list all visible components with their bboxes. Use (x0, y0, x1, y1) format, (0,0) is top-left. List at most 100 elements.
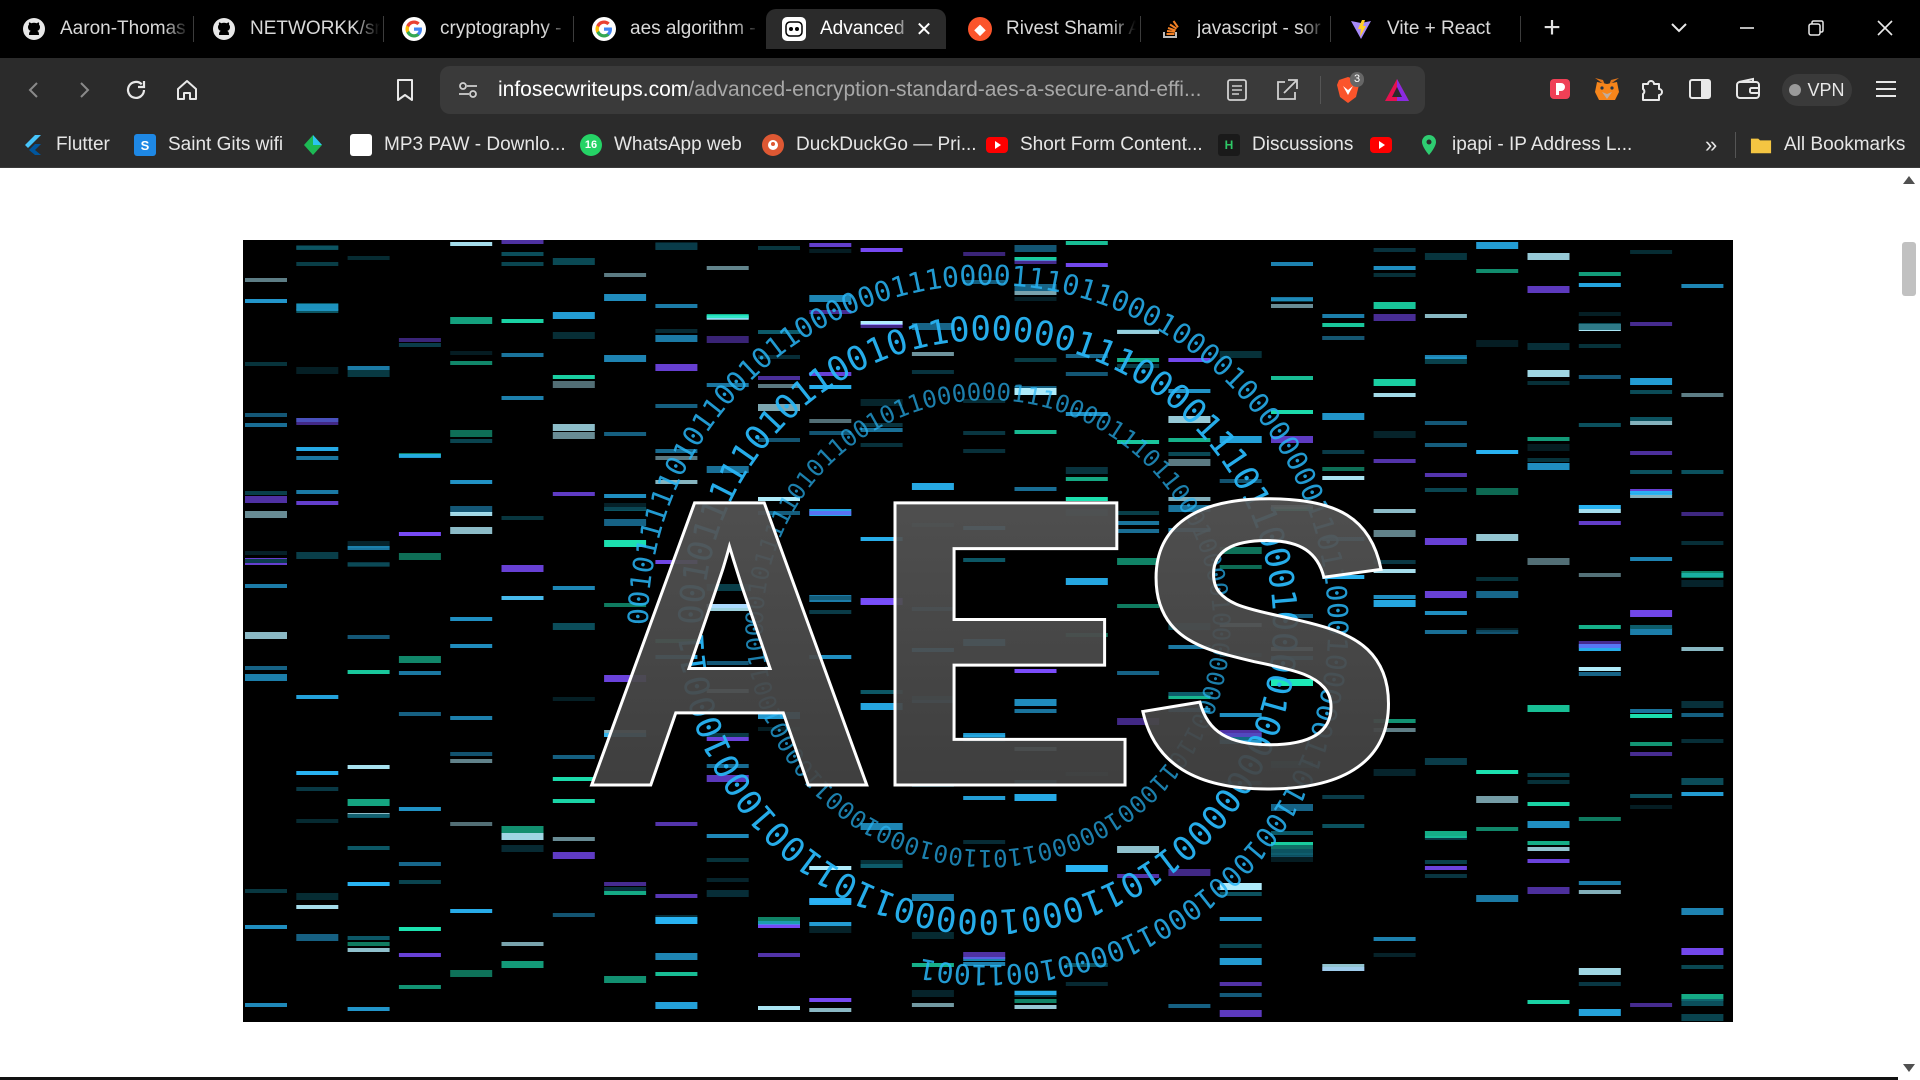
data-bar (1527, 437, 1570, 441)
hamburger-menu-icon (1876, 81, 1896, 97)
back-button[interactable] (16, 72, 52, 108)
forward-button[interactable] (66, 72, 102, 108)
bookmark-saint-gits[interactable]: S Saint Gits wifi (134, 130, 283, 160)
bookmark-flutter[interactable]: Flutter (22, 130, 110, 160)
bookmark-page-button[interactable] (387, 72, 423, 108)
data-bar (398, 532, 441, 536)
scroll-up-arrow-icon[interactable] (1903, 176, 1915, 184)
navigation-toolbar: infosecwriteups.com/advanced-encryption-… (0, 58, 1920, 122)
data-bar (1630, 378, 1673, 385)
scroll-down-arrow-icon[interactable] (1903, 1064, 1915, 1072)
data-bar (1476, 895, 1519, 902)
data-bar (1014, 1005, 1057, 1009)
bookmark-whatsapp[interactable]: 16 WhatsApp web (580, 130, 742, 160)
github-icon (22, 17, 46, 41)
tab-search-button[interactable] (1656, 10, 1702, 46)
restore-button[interactable] (1793, 10, 1839, 46)
data-bar (1578, 817, 1621, 821)
address-bar[interactable]: infosecwriteups.com/advanced-encryption-… (440, 66, 1425, 114)
data-bar (296, 367, 339, 374)
article-hero-image: 0010111110101100101100000011100001110110… (243, 240, 1733, 1022)
bookmark-youtube[interactable] (1370, 130, 1404, 160)
data-bar (1681, 647, 1724, 651)
data-bar (450, 716, 493, 720)
metamask-fox-icon[interactable] (1593, 75, 1621, 103)
bookmarks-overflow-button[interactable]: » (1705, 130, 1717, 160)
tab-rivest-shamir[interactable]: ◆ Rivest Shamir A (952, 9, 1136, 49)
data-bar (1476, 628, 1519, 632)
data-bar (1527, 370, 1570, 377)
data-bar (245, 559, 287, 563)
all-bookmarks-button[interactable]: All Bookmarks (1750, 130, 1905, 160)
close-tab-icon[interactable]: ✕ (912, 17, 936, 42)
bookmark-mp3paw[interactable]: MP3 PAW - Downlo... (350, 130, 566, 160)
data-bar (1476, 488, 1519, 495)
brave-rewards-icon[interactable] (1384, 78, 1410, 107)
sidebar-toggle-icon[interactable] (1686, 75, 1714, 103)
tab-advanced-active[interactable]: Advanced ✕ (766, 9, 946, 49)
data-bar (1322, 336, 1365, 340)
tab-vite-react[interactable]: Vite + React (1333, 9, 1517, 49)
extensions-puzzle-icon[interactable] (1638, 75, 1666, 103)
reader-mode-icon[interactable] (1226, 78, 1248, 107)
data-bar (347, 670, 390, 674)
data-bar (1527, 841, 1570, 845)
data-bar (398, 862, 441, 866)
data-bar (1424, 473, 1467, 477)
data-bar (1578, 672, 1621, 676)
share-icon[interactable] (1274, 77, 1300, 108)
data-bar (1681, 965, 1724, 969)
wallet-icon[interactable] (1734, 75, 1762, 103)
extension-pocket-icon[interactable] (1546, 75, 1574, 103)
close-window-button[interactable] (1862, 10, 1908, 46)
data-bar (245, 299, 287, 303)
data-bar (655, 304, 698, 308)
data-bar (1578, 312, 1621, 316)
data-bar (1219, 1010, 1262, 1017)
data-bar (809, 249, 852, 253)
main-menu-button[interactable] (1872, 75, 1900, 103)
data-bar (1578, 272, 1621, 276)
bookmarks-divider (1735, 132, 1736, 158)
arrow-left-icon (28, 82, 38, 98)
data-bar (1578, 890, 1621, 894)
scrollbar-thumb[interactable] (1902, 242, 1916, 296)
data-bar (1578, 375, 1621, 379)
bookmark-duckduckgo[interactable]: DuckDuckGo — Pri... (762, 130, 977, 160)
site-settings-icon[interactable] (456, 78, 480, 107)
data-bar (1578, 881, 1621, 885)
data-bar (450, 242, 493, 246)
bookmark-label: Saint Gits wifi (168, 134, 284, 155)
minimize-button[interactable] (1724, 10, 1770, 46)
data-bar (604, 273, 647, 277)
bookmark-discussions[interactable]: H Discussions (1218, 130, 1353, 160)
home-button[interactable] (169, 72, 205, 108)
data-bar (245, 551, 287, 555)
bookmark-diamond[interactable] (302, 130, 336, 160)
tab-github-profile[interactable]: Aaron-Thomas (6, 9, 190, 49)
data-bar (1527, 458, 1570, 462)
data-bar (655, 404, 698, 408)
tab-google-cryptography[interactable]: cryptography - (386, 9, 570, 49)
data-bar (450, 351, 493, 355)
url-path: /advanced-encryption-standard-aes-a-secu… (688, 78, 1202, 101)
data-bar (1373, 953, 1416, 957)
vertical-scrollbar[interactable] (1898, 168, 1920, 1080)
tab-title: cryptography - (440, 18, 562, 39)
tab-stackoverflow[interactable]: javascript - sor (1143, 9, 1327, 49)
data-bar (347, 882, 390, 886)
data-bar (1578, 521, 1621, 525)
tab-github-repo[interactable]: NETWORKK/src (196, 9, 380, 49)
data-bar (1424, 611, 1467, 615)
data-bar (1681, 999, 1724, 1006)
data-bar (501, 319, 544, 323)
vpn-button[interactable]: VPN (1782, 74, 1852, 106)
bookmark-ipapi[interactable]: ipapi - IP Address L... (1418, 130, 1632, 160)
bookmark-short-form[interactable]: Short Form Content... (986, 130, 1203, 160)
reload-button[interactable] (118, 72, 154, 108)
shields-count-badge: 3 (1350, 72, 1365, 87)
new-tab-button[interactable]: + (1535, 12, 1569, 46)
tab-google-aes[interactable]: aes algorithm - (576, 9, 760, 49)
data-bar (1476, 534, 1519, 541)
data-bar (1424, 538, 1467, 545)
